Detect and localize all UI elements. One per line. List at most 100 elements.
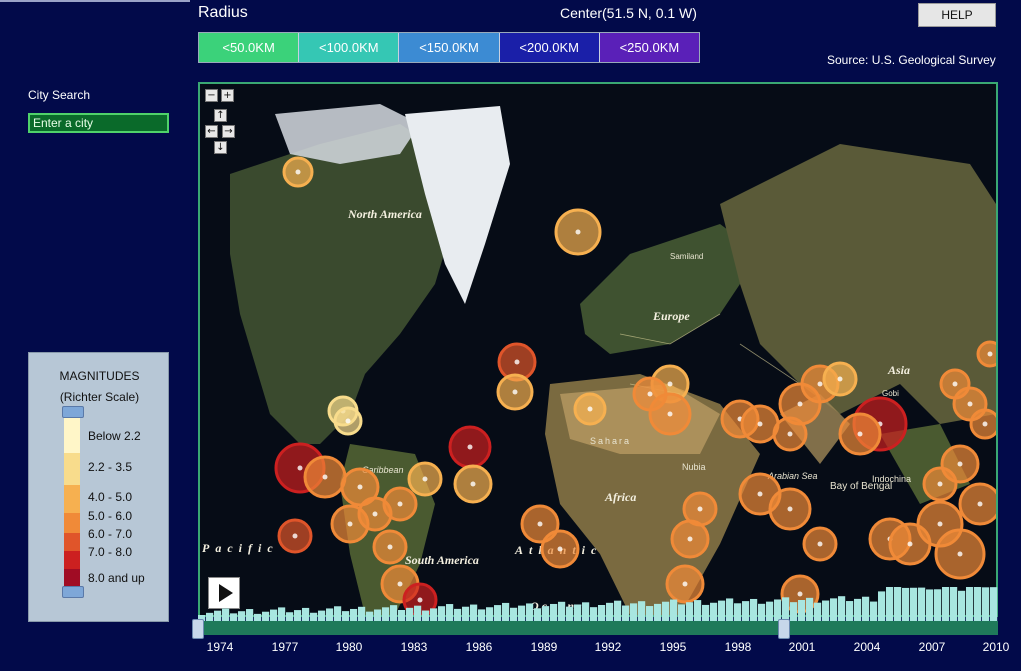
map-label-gobi: Gobi [882, 389, 899, 398]
legend-label: 7.0 - 8.0 [88, 545, 133, 559]
histogram-bar [318, 610, 326, 621]
earthquake-marker-center [837, 376, 843, 382]
earthquake-marker-center [687, 536, 693, 542]
histogram-bar [222, 608, 230, 621]
histogram-bar [254, 613, 262, 621]
histogram-bar [334, 606, 342, 621]
legend-min-handle[interactable] [62, 406, 84, 418]
city-search-input[interactable] [28, 113, 169, 133]
scale-segment [64, 513, 80, 533]
timeline-start-slider[interactable] [192, 619, 204, 639]
earthquake-marker-center [667, 381, 673, 387]
histogram-bar [678, 604, 686, 621]
earthquake-marker-center [957, 551, 963, 557]
histogram-bar [982, 587, 990, 621]
earthquake-map[interactable]: North America Europe Asia Africa South A… [198, 82, 998, 617]
histogram-bar [214, 610, 222, 621]
radius-selector: <50.0KM <100.0KM <150.0KM <200.0KM <250.… [198, 32, 700, 63]
histogram-bar [726, 598, 734, 621]
earthquake-marker-center [467, 444, 473, 450]
map-label-europe: Europe [652, 309, 690, 323]
histogram-bar [390, 605, 398, 621]
histogram-bar [926, 589, 934, 621]
histogram-bar [478, 609, 486, 621]
histogram-bar [902, 587, 910, 621]
radius-250km-button[interactable]: <250.0KM [599, 33, 700, 62]
scale-segment [64, 453, 80, 485]
histogram-bar [382, 607, 390, 621]
earthquake-marker-center [357, 484, 363, 490]
histogram-bar [886, 587, 894, 621]
histogram-bar [942, 587, 950, 621]
radius-150km-button[interactable]: <150.0KM [399, 33, 500, 62]
legend-max-handle[interactable] [62, 586, 84, 598]
histogram-bar [294, 610, 302, 621]
timeline-histogram [198, 587, 998, 621]
center-coordinates: Center(51.5 N, 0.1 W) [560, 5, 697, 21]
histogram-bar [798, 600, 806, 621]
earthquake-marker-center [345, 418, 351, 424]
histogram-bar [934, 589, 942, 621]
histogram-bar [550, 603, 558, 621]
histogram-bar [542, 606, 550, 621]
histogram-bar [350, 608, 358, 621]
radius-100km-button[interactable]: <100.0KM [299, 33, 400, 62]
earthquake-marker-center [397, 501, 403, 507]
histogram-bar [366, 611, 374, 621]
timeline-track[interactable] [198, 621, 998, 635]
map-label-pacific: Pacific [202, 541, 279, 555]
earthquake-marker-center [537, 521, 543, 527]
histogram-bar [502, 602, 510, 621]
legend-label: 4.0 - 5.0 [88, 490, 133, 504]
map-label-africa: Africa [604, 490, 636, 504]
map-label-nubia: Nubia [682, 462, 706, 472]
histogram-bar [486, 607, 494, 621]
map-canvas: North America Europe Asia Africa South A… [200, 84, 996, 615]
histogram-bar [430, 608, 438, 621]
earthquake-marker-center [292, 533, 298, 539]
histogram-bar [822, 600, 830, 621]
year-label: 1980 [335, 640, 363, 654]
scale-segment [64, 533, 80, 551]
zoom-out-button[interactable]: − [205, 89, 218, 102]
zoom-in-button[interactable]: + [221, 89, 234, 102]
histogram-bar [814, 602, 822, 621]
earthquake-marker-center [647, 391, 653, 397]
histogram-bar [846, 601, 854, 621]
histogram-bar [270, 609, 278, 621]
earthquake-marker[interactable] [976, 340, 996, 368]
histogram-bar [302, 607, 310, 621]
year-label: 1998 [724, 640, 752, 654]
year-label: 2004 [853, 640, 881, 654]
histogram-bar [654, 603, 662, 621]
histogram-bar [606, 602, 614, 621]
earthquake-marker-center [557, 546, 563, 552]
histogram-bar [246, 609, 254, 621]
pan-up-button[interactable]: ↑ [214, 109, 227, 122]
help-button[interactable]: HELP [918, 3, 996, 27]
earthquake-marker-center [967, 401, 973, 407]
histogram-bar [414, 605, 422, 621]
year-label: 1977 [271, 640, 299, 654]
pan-right-button[interactable]: → [222, 125, 235, 138]
map-label-sahara: Sahara [590, 436, 631, 446]
histogram-bar [774, 599, 782, 621]
histogram-bar [278, 607, 286, 621]
histogram-bar [494, 605, 502, 621]
earthquake-marker-center [817, 541, 823, 547]
pan-down-button[interactable]: ↓ [214, 141, 227, 154]
pan-left-button[interactable]: ← [205, 125, 218, 138]
histogram-bar [582, 602, 590, 621]
histogram-bar [806, 597, 814, 621]
histogram-bar [862, 596, 870, 621]
earthquake-marker-center [757, 491, 763, 497]
earthquake-marker-center [372, 511, 378, 517]
histogram-bar [470, 604, 478, 621]
radius-50km-button[interactable]: <50.0KM [199, 33, 300, 62]
timeline-end-slider[interactable] [778, 619, 790, 639]
histogram-bar [238, 611, 246, 621]
earthquake-marker-center [587, 406, 593, 412]
histogram-bar [878, 591, 886, 621]
histogram-bar [838, 596, 846, 621]
radius-200km-button[interactable]: <200.0KM [499, 33, 600, 62]
